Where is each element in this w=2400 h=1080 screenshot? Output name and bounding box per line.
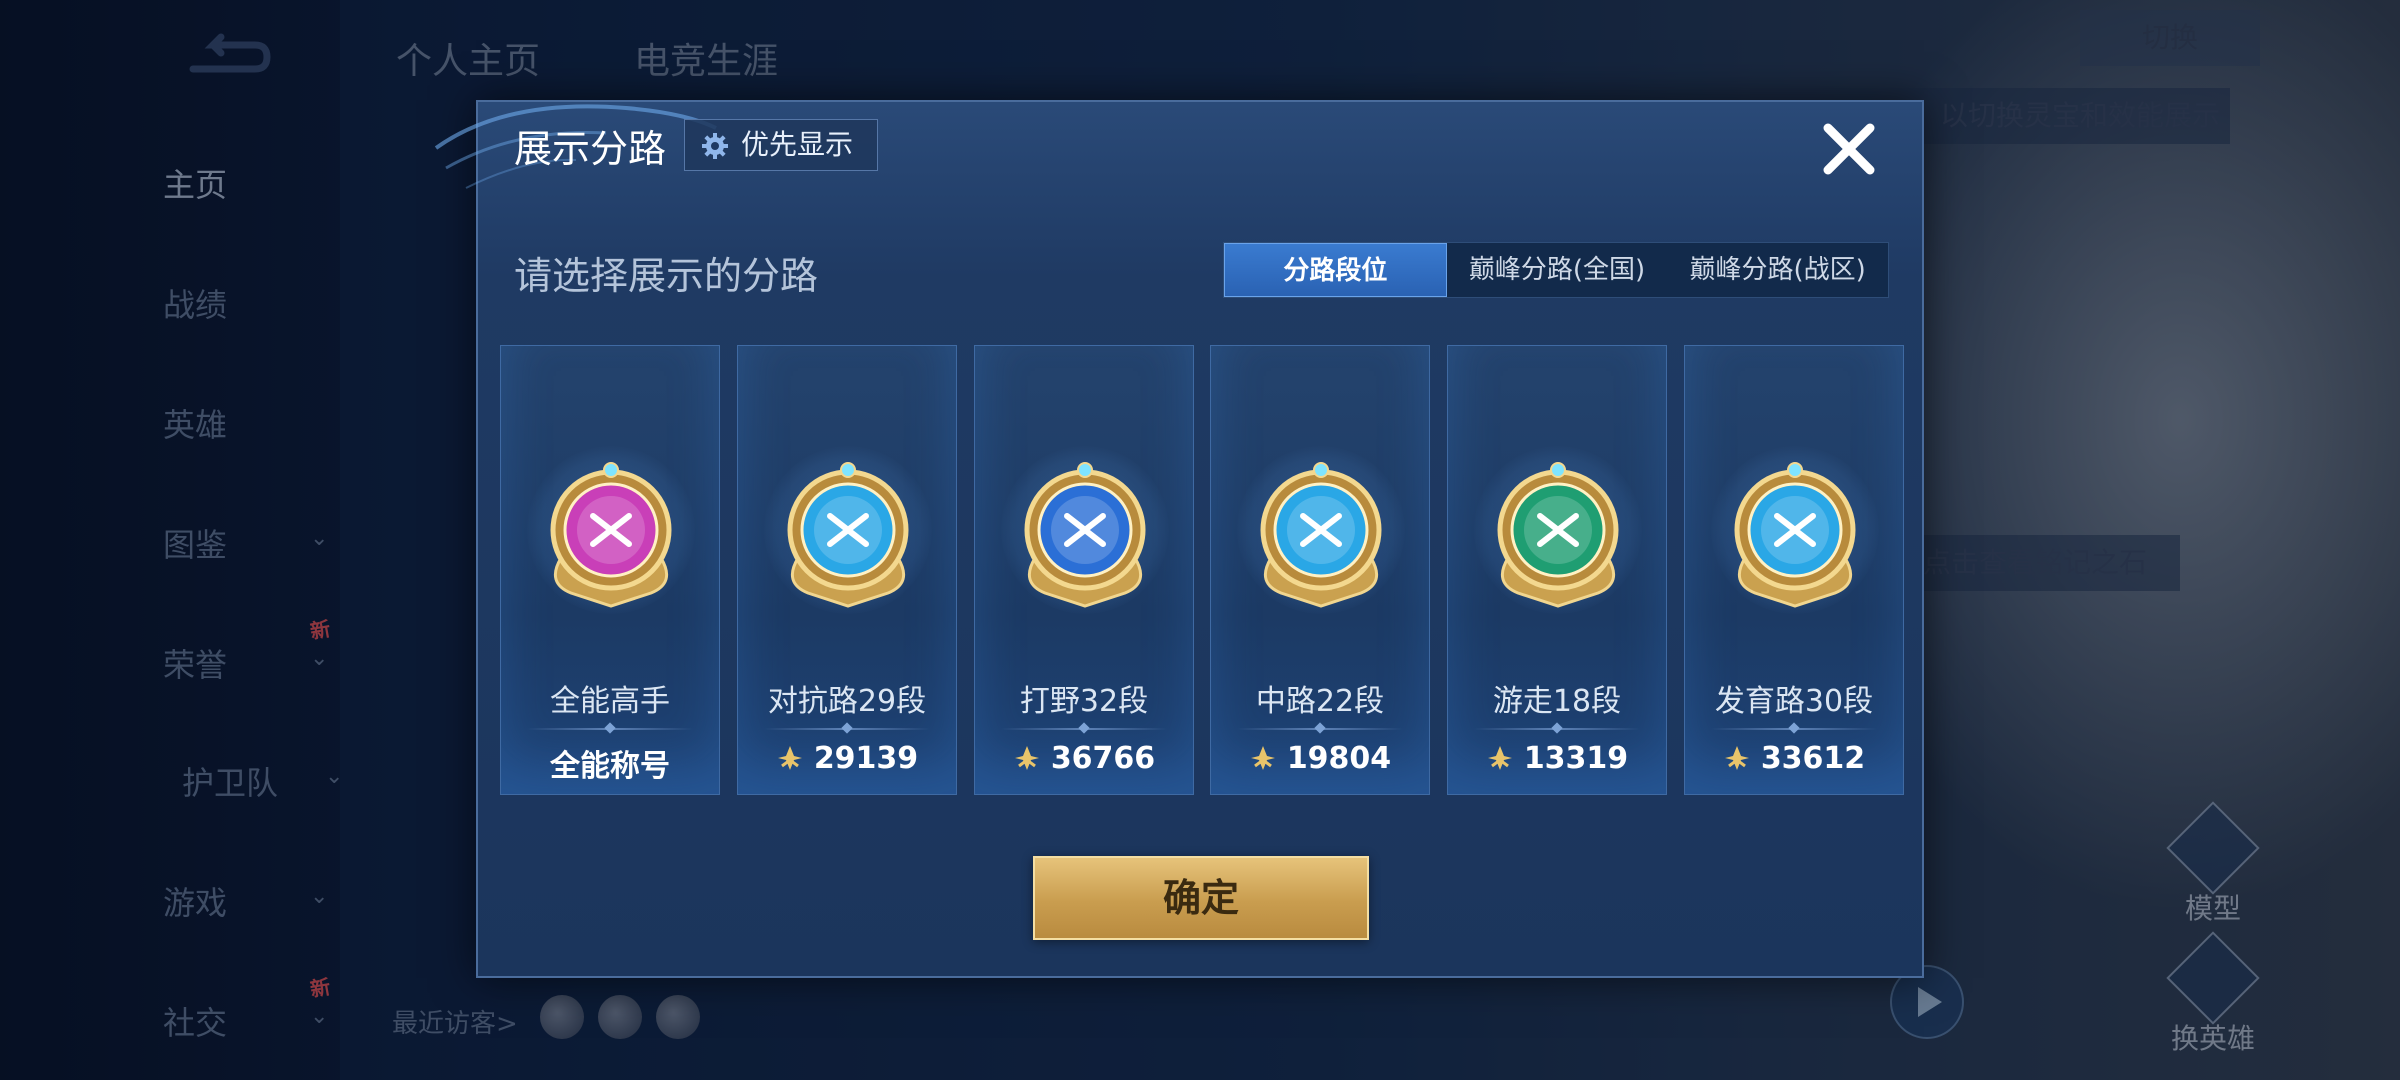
- lane-name: 打野32段: [1019, 684, 1149, 719]
- divider: [1237, 728, 1403, 730]
- all-round-emblem-icon: [550, 462, 672, 608]
- tab-peak-lane-region[interactable]: 巅峰分路(战区): [1667, 243, 1888, 297]
- jungle-emblem-icon: [1024, 462, 1146, 608]
- divider: [1001, 728, 1167, 730]
- lane-score-value: 33612: [1760, 741, 1866, 776]
- lane-score-value: 全能称号: [550, 749, 670, 784]
- lane-score-value: 29139: [813, 741, 919, 776]
- tab-peak-lane-national[interactable]: 巅峰分路(全国): [1447, 243, 1668, 297]
- lane-score: 19804: [1211, 741, 1429, 776]
- lane-tabs: 分路段位 巅峰分路(全国) 巅峰分路(战区): [1223, 242, 1889, 298]
- rank-points-icon: [1250, 746, 1275, 770]
- lane-score: 36766: [975, 741, 1193, 776]
- lane-card[interactable]: 游走18段 13319: [1447, 345, 1667, 795]
- rank-points-icon: [1014, 746, 1039, 770]
- roam-emblem-icon: [1497, 462, 1619, 608]
- divider: [527, 728, 693, 730]
- confirm-button[interactable]: 确定: [1033, 856, 1369, 940]
- lane-name: 对抗路29段: [767, 684, 927, 719]
- lane-name: 全能高手: [550, 684, 670, 719]
- lane-card[interactable]: 对抗路29段 29139: [737, 345, 957, 795]
- rank-points-icon: [777, 746, 802, 770]
- mid-lane-emblem-icon: [1260, 462, 1382, 608]
- lane-score: 29139: [738, 741, 956, 776]
- priority-display-label: 优先显示: [741, 128, 854, 161]
- lane-score: 全能称号: [501, 741, 719, 785]
- lane-display-dialog: 展示分路 优先显示 请选择展示的分路 分路段位 巅峰分路(全国) 巅峰分路(战区…: [434, 100, 1924, 978]
- lane-card[interactable]: 全能高手 全能称号: [500, 345, 720, 795]
- lane-card[interactable]: 中路22段 19804: [1210, 345, 1430, 795]
- dialog-subtitle: 请选择展示的分路: [514, 254, 819, 298]
- divider: [764, 728, 930, 730]
- lane-score-value: 13319: [1523, 741, 1629, 776]
- dialog-title: 展示分路: [514, 127, 667, 171]
- close-icon[interactable]: [1816, 116, 1882, 182]
- lane-score: 33612: [1685, 741, 1903, 776]
- farm-lane-emblem-icon: [1734, 462, 1856, 608]
- lane-name: 中路22段: [1255, 684, 1385, 719]
- gear-icon: [702, 133, 728, 159]
- lane-cards: 全能高手 全能称号 对抗路29段 29139 打野32段 36766 中路22段 19804 游…: [500, 345, 1904, 795]
- lane-card[interactable]: 发育路30段 33612: [1684, 345, 1904, 795]
- lane-score: 13319: [1448, 741, 1666, 776]
- tab-lane-rank[interactable]: 分路段位: [1224, 243, 1447, 297]
- rank-points-icon: [1487, 746, 1512, 770]
- lane-card[interactable]: 打野32段 36766: [974, 345, 1194, 795]
- rank-points-icon: [1724, 746, 1749, 770]
- lane-score-value: 36766: [1050, 741, 1156, 776]
- priority-display-button[interactable]: 优先显示: [684, 119, 878, 171]
- divider: [1474, 728, 1640, 730]
- clash-lane-emblem-icon: [787, 462, 909, 608]
- divider: [1711, 728, 1877, 730]
- lane-name: 发育路30段: [1714, 684, 1874, 719]
- lane-name: 游走18段: [1492, 684, 1622, 719]
- lane-score-value: 19804: [1286, 741, 1392, 776]
